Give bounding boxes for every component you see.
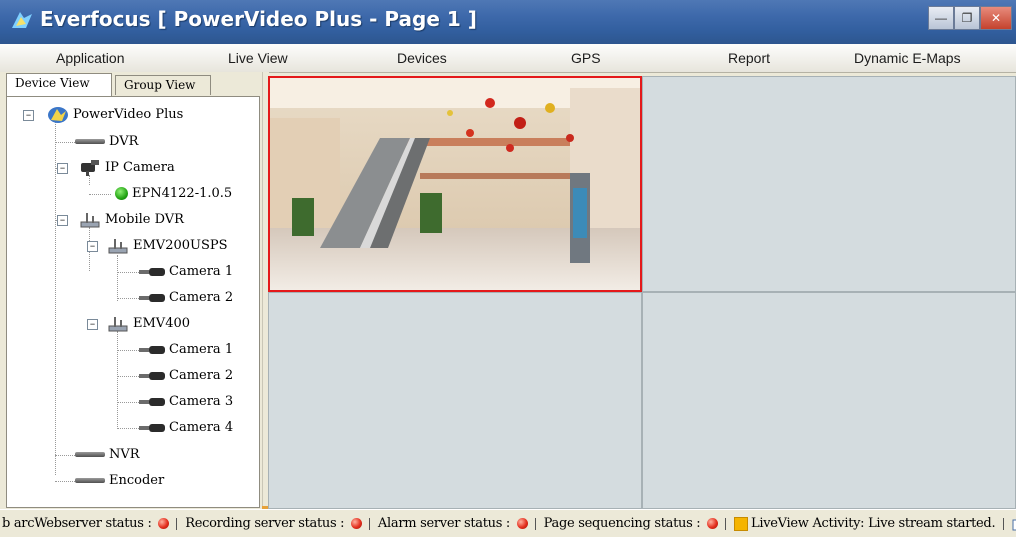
tree-label-root: PowerVideo Plus — [73, 107, 184, 122]
minimize-button[interactable]: — — [928, 6, 954, 30]
mobile-dvr-icon — [108, 316, 128, 331]
popout-icon[interactable] — [1012, 517, 1016, 531]
separator — [369, 517, 371, 530]
powervideo-icon — [48, 106, 68, 123]
liveview-icon — [734, 516, 749, 531]
separator — [534, 517, 536, 530]
tree-node-epn4122[interactable]: EPN4122-1.0.5 — [115, 184, 232, 204]
dvr-icon — [75, 139, 105, 144]
collapse-mobile-dvr-button[interactable]: − — [57, 215, 68, 226]
tree-label-camera: Camera 3 — [169, 394, 234, 409]
separator — [725, 517, 727, 530]
recording-status-label: Recording server status : — [185, 516, 345, 531]
video-cell-3[interactable] — [268, 292, 642, 509]
separator — [176, 517, 178, 530]
tree-label-encoder: Encoder — [109, 473, 165, 488]
nvr-icon — [75, 452, 105, 457]
tree-node-emv400-camera-1[interactable]: Camera 1 — [139, 340, 233, 360]
menu-devices[interactable]: Devices — [397, 50, 447, 66]
tree-node-root[interactable]: PowerVideo Plus — [47, 105, 183, 125]
tab-device-view[interactable]: Device View — [6, 73, 112, 96]
collapse-ip-camera-button[interactable]: − — [57, 163, 68, 174]
video-cell-1[interactable] — [268, 76, 642, 292]
online-status-icon — [115, 187, 128, 200]
separator — [1003, 517, 1005, 530]
tree-label-camera: Camera 2 — [169, 368, 234, 383]
tree-label-camera: Camera 1 — [169, 264, 234, 279]
liveview-activity-label: LiveView Activity: Live stream started. — [751, 516, 996, 531]
window-title: Everfocus [ PowerVideo Plus - Page 1 ] — [40, 7, 477, 31]
restore-button[interactable]: ❐ — [954, 6, 980, 30]
collapse-emv200-button[interactable]: − — [87, 241, 98, 252]
tree-label-camera: Camera 4 — [169, 420, 234, 435]
webserver-status-colon: : — [147, 516, 152, 531]
tree-node-emv400-camera-4[interactable]: Camera 4 — [139, 418, 233, 438]
red-status-icon — [158, 518, 170, 529]
webserver-status-label: b arcWebserver status — [2, 516, 144, 531]
camera-icon — [139, 345, 165, 354]
video-cell-2[interactable] — [642, 76, 1016, 292]
tree-node-emv400[interactable]: EMV400 — [107, 314, 190, 334]
status-bar: b arcWebserver status : Recording server… — [0, 509, 1016, 537]
menu-live-view[interactable]: Live View — [228, 50, 288, 66]
red-status-icon — [516, 518, 528, 529]
tree-node-emv200usps[interactable]: EMV200USPS — [107, 236, 228, 256]
camera-icon — [139, 371, 165, 380]
tree-label-emv200usps: EMV200USPS — [133, 238, 228, 253]
menu-gps[interactable]: GPS — [571, 50, 601, 66]
camera-icon — [139, 267, 165, 276]
menu-bar: Application Live View Devices GPS Report… — [0, 44, 1016, 73]
tab-group-view[interactable]: Group View — [115, 75, 211, 95]
camera-icon — [139, 423, 165, 432]
red-status-icon — [707, 518, 719, 529]
tree-node-ip-camera[interactable]: IP Camera — [79, 158, 175, 178]
tree-label-camera: Camera 1 — [169, 342, 234, 357]
collapse-emv400-button[interactable]: − — [87, 319, 98, 330]
collapse-root-button[interactable]: − — [23, 110, 34, 121]
tree-node-nvr[interactable]: NVR — [75, 445, 140, 465]
title-bar: Everfocus [ PowerVideo Plus - Page 1 ] —… — [0, 0, 1016, 44]
close-button[interactable]: ✕ — [980, 6, 1012, 30]
window-controls: — ❐ ✕ — [928, 6, 1012, 30]
encoder-icon — [75, 478, 105, 483]
camera-icon — [139, 397, 165, 406]
tree-label-camera: Camera 2 — [169, 290, 234, 305]
page-sequencing-status-label: Page sequencing status : — [543, 516, 701, 531]
tree-node-emv200-camera-2[interactable]: Camera 2 — [139, 288, 233, 308]
everfocus-logo-icon — [12, 12, 32, 28]
alarm-status-label: Alarm server status : — [377, 516, 510, 531]
video-cell-4[interactable] — [642, 292, 1016, 509]
mobile-dvr-icon — [108, 238, 128, 253]
tree-node-mobile-dvr[interactable]: Mobile DVR — [79, 210, 184, 230]
video-grid — [268, 76, 1016, 509]
tree-label-nvr: NVR — [109, 447, 140, 462]
menu-report[interactable]: Report — [728, 50, 770, 66]
tree-node-dvr[interactable]: DVR — [75, 132, 138, 152]
tree-label-emv400: EMV400 — [133, 316, 191, 331]
mall-live-video-image — [270, 78, 640, 290]
red-status-icon — [351, 518, 363, 529]
ip-camera-icon — [81, 159, 99, 176]
tree-label-dvr: DVR — [109, 134, 139, 149]
menu-dynamic-e-maps[interactable]: Dynamic E-Maps — [854, 50, 961, 66]
camera-icon — [139, 293, 165, 302]
tree-label-epn4122: EPN4122-1.0.5 — [132, 186, 233, 201]
tree-node-emv400-camera-2[interactable]: Camera 2 — [139, 366, 233, 386]
tree-node-emv400-camera-3[interactable]: Camera 3 — [139, 392, 233, 412]
status-line: b arcWebserver status : Recording server… — [2, 516, 1016, 531]
device-tree: − PowerVideo Plus DVR − IP Camera EPN412… — [6, 96, 260, 508]
menu-application[interactable]: Application — [56, 50, 125, 66]
tree-node-encoder[interactable]: Encoder — [75, 471, 164, 491]
tree-label-ip-camera: IP Camera — [105, 160, 175, 175]
tree-node-emv200-camera-1[interactable]: Camera 1 — [139, 262, 233, 282]
tree-label-mobile-dvr: Mobile DVR — [105, 212, 184, 227]
device-panel: Device View Group View − PowerVideo Plus… — [0, 72, 262, 509]
mobile-dvr-icon — [80, 212, 100, 227]
